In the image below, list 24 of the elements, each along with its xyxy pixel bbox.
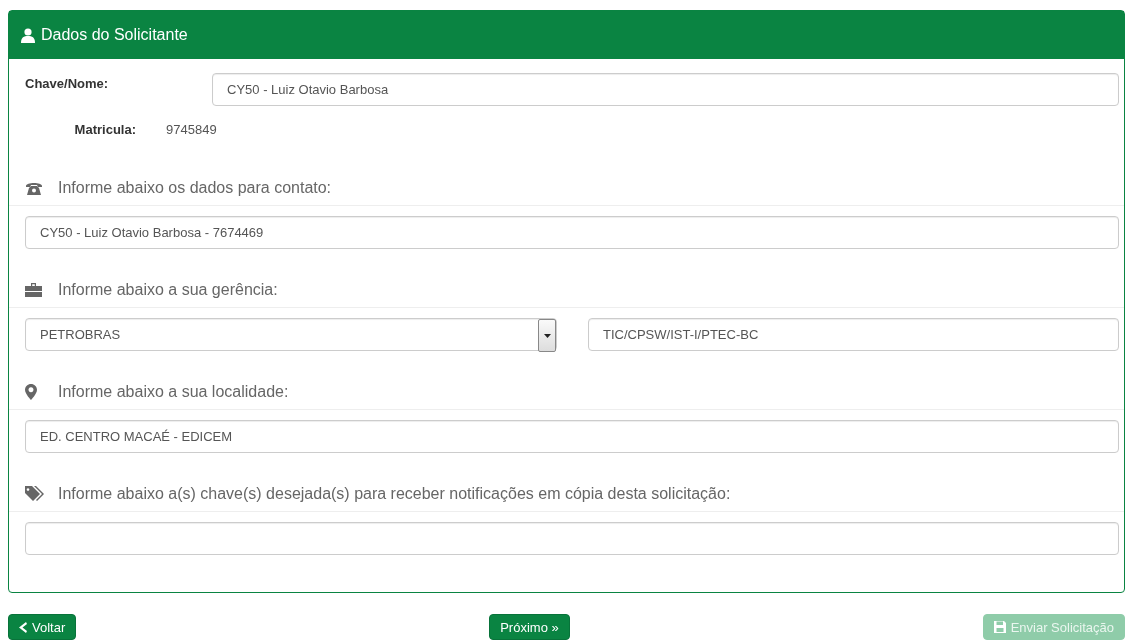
text-field[interactable] xyxy=(25,522,1119,555)
briefcase-icon xyxy=(25,283,42,297)
text-field[interactable]: ED. CENTRO MACAÉ - EDICEM xyxy=(25,420,1119,453)
select-field[interactable]: PETROBRAS xyxy=(25,318,557,351)
panel-title: Dados do Solicitante xyxy=(41,26,188,44)
chevron-left-icon xyxy=(19,621,27,633)
section-heading: Informe abaixo a sua gerência: xyxy=(58,281,278,299)
map-marker-icon xyxy=(25,384,37,400)
user-icon xyxy=(21,27,35,43)
telephone-icon xyxy=(25,181,43,195)
next-button[interactable]: Próximo » xyxy=(489,614,570,640)
section-heading: Informe abaixo a(s) chave(s) desejada(s) para receber notificações em cópia desta solicitação: xyxy=(58,485,731,503)
text-field[interactable]: CY50 - Luiz Otavio Barbosa xyxy=(212,73,1119,106)
back-button[interactable]: Voltar xyxy=(8,614,77,640)
dropdown-button[interactable] xyxy=(538,319,556,352)
field-label: Chave/Nome: xyxy=(25,75,110,91)
tags-icon xyxy=(25,486,46,502)
text-field[interactable]: TIC/CPSW/IST-I/PTEC-BC xyxy=(588,318,1119,351)
section-heading: Informe abaixo a sua localidade: xyxy=(58,383,289,401)
text-field[interactable]: CY50 - Luiz Otavio Barbosa - 7674469 xyxy=(25,216,1119,249)
field-label: Matricula: xyxy=(74,122,136,137)
caret-icon xyxy=(543,333,551,338)
section-heading: Informe abaixo os dados para contato: xyxy=(58,179,332,197)
field-value: 9745849 xyxy=(166,122,217,137)
